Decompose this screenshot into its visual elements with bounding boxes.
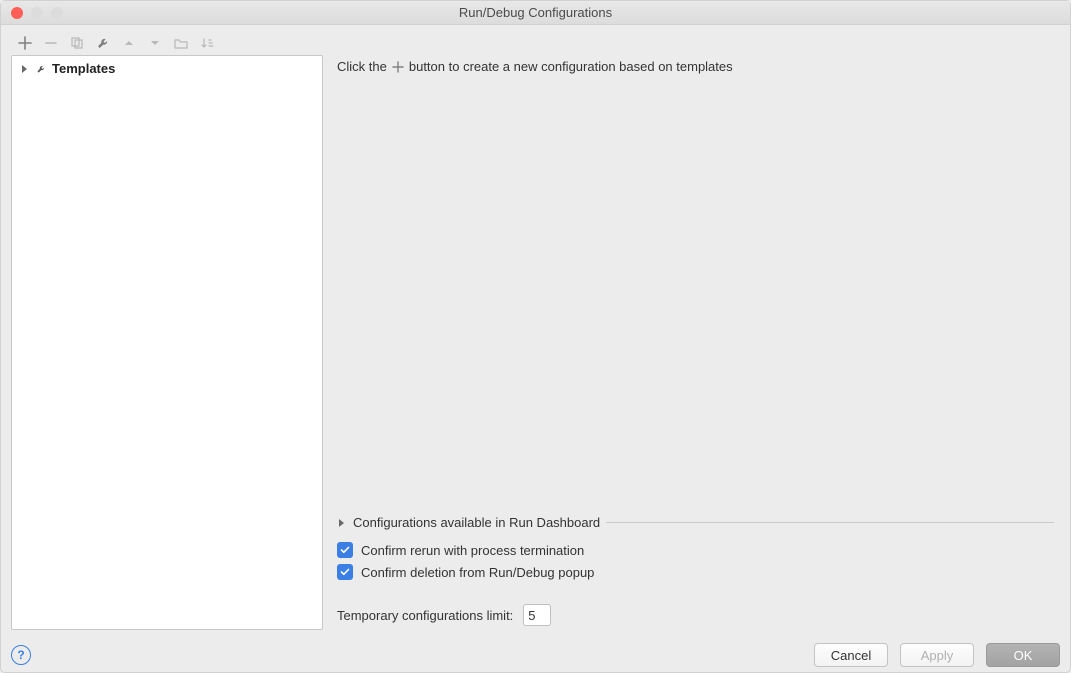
- ok-button[interactable]: OK: [986, 643, 1060, 667]
- move-down-icon: [148, 36, 162, 50]
- templates-label: Templates: [52, 61, 115, 76]
- confirm-rerun-row[interactable]: Confirm rerun with process termination: [337, 542, 1054, 558]
- check-icon: [340, 567, 350, 577]
- plus-icon: [391, 60, 405, 74]
- confirm-delete-label: Confirm deletion from Run/Debug popup: [361, 565, 594, 580]
- cancel-button[interactable]: Cancel: [814, 643, 888, 667]
- dialog-content: Templates Click the button to create a n…: [1, 25, 1070, 638]
- sort-icon: [200, 36, 214, 50]
- move-up-button: [121, 35, 137, 51]
- detail-pane: Click the button to create a new configu…: [323, 55, 1060, 630]
- divider: [606, 522, 1054, 523]
- dashboard-section-label: Configurations available in Run Dashboar…: [353, 515, 600, 530]
- maximize-window-button: [51, 7, 63, 19]
- empty-state-hint: Click the button to create a new configu…: [337, 59, 1054, 74]
- minimize-window-button: [31, 7, 43, 19]
- edit-defaults-button[interactable]: [95, 35, 111, 51]
- temp-config-limit-row: Temporary configurations limit:: [337, 604, 1054, 626]
- confirm-delete-row[interactable]: Confirm deletion from Run/Debug popup: [337, 564, 1054, 580]
- chevron-right-icon: [20, 64, 30, 74]
- main-split: Templates Click the button to create a n…: [11, 55, 1060, 630]
- title-bar: Run/Debug Configurations: [1, 1, 1070, 25]
- toolbar: [11, 31, 1060, 55]
- check-icon: [340, 545, 350, 555]
- confirm-rerun-label: Confirm rerun with process termination: [361, 543, 584, 558]
- confirm-delete-checkbox[interactable]: [337, 564, 353, 580]
- hint-suffix: button to create a new configuration bas…: [409, 59, 733, 74]
- spacer: [337, 74, 1054, 507]
- folder-icon: [174, 36, 188, 50]
- confirm-rerun-checkbox[interactable]: [337, 542, 353, 558]
- folder-button: [173, 35, 189, 51]
- dashboard-section-header[interactable]: Configurations available in Run Dashboar…: [337, 515, 1054, 530]
- minus-icon: [44, 36, 58, 50]
- temp-config-limit-label: Temporary configurations limit:: [337, 608, 513, 623]
- window-title: Run/Debug Configurations: [459, 5, 612, 20]
- move-down-button: [147, 35, 163, 51]
- help-button[interactable]: ?: [11, 645, 31, 665]
- apply-button: Apply: [900, 643, 974, 667]
- templates-node[interactable]: Templates: [12, 56, 322, 81]
- wrench-icon: [36, 64, 46, 74]
- plus-icon: [18, 36, 32, 50]
- hint-prefix: Click the: [337, 59, 387, 74]
- temp-config-limit-input[interactable]: [523, 604, 551, 626]
- chevron-right-icon: [337, 518, 347, 528]
- window-controls: [11, 7, 63, 19]
- sort-button: [199, 35, 215, 51]
- copy-icon: [70, 36, 84, 50]
- dialog-footer: ? Cancel Apply OK: [1, 638, 1070, 672]
- move-up-icon: [122, 36, 136, 50]
- copy-config-button: [69, 35, 85, 51]
- help-icon: ?: [17, 648, 24, 662]
- close-window-button[interactable]: [11, 7, 23, 19]
- config-tree[interactable]: Templates: [11, 55, 323, 630]
- remove-config-button: [43, 35, 59, 51]
- add-config-button[interactable]: [17, 35, 33, 51]
- wrench-icon: [96, 36, 110, 50]
